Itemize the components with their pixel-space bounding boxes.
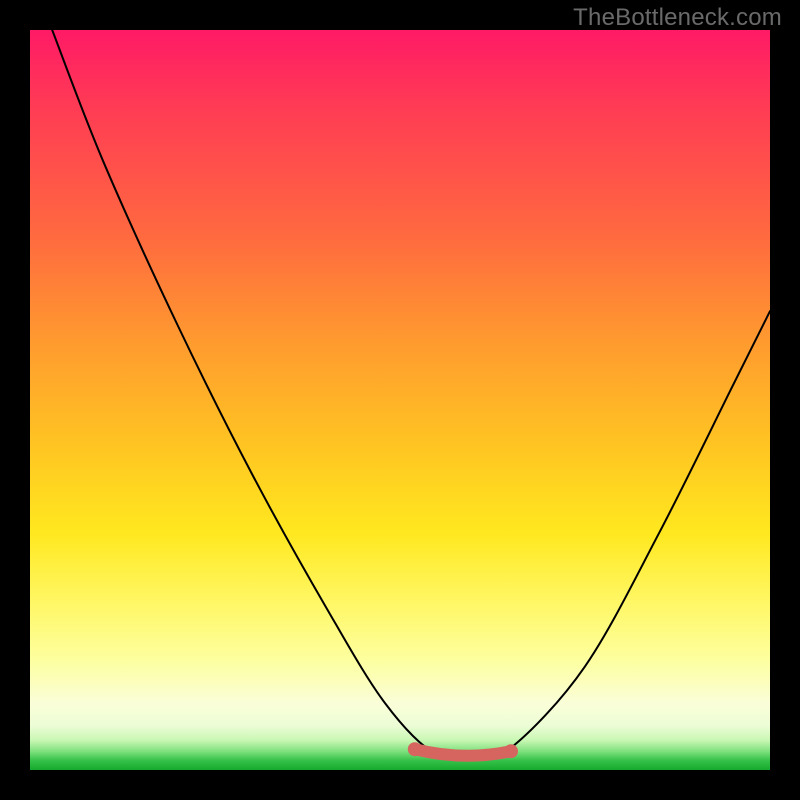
optimal-trough-band	[415, 749, 511, 756]
bottleneck-curve	[52, 30, 770, 759]
trough-endpoint-right	[504, 744, 518, 758]
watermark-text: TheBottleneck.com	[573, 4, 782, 32]
curve-layer	[30, 30, 770, 770]
chart-frame: TheBottleneck.com	[0, 0, 800, 800]
plot-area	[30, 30, 770, 770]
trough-endpoint-left	[408, 742, 422, 756]
